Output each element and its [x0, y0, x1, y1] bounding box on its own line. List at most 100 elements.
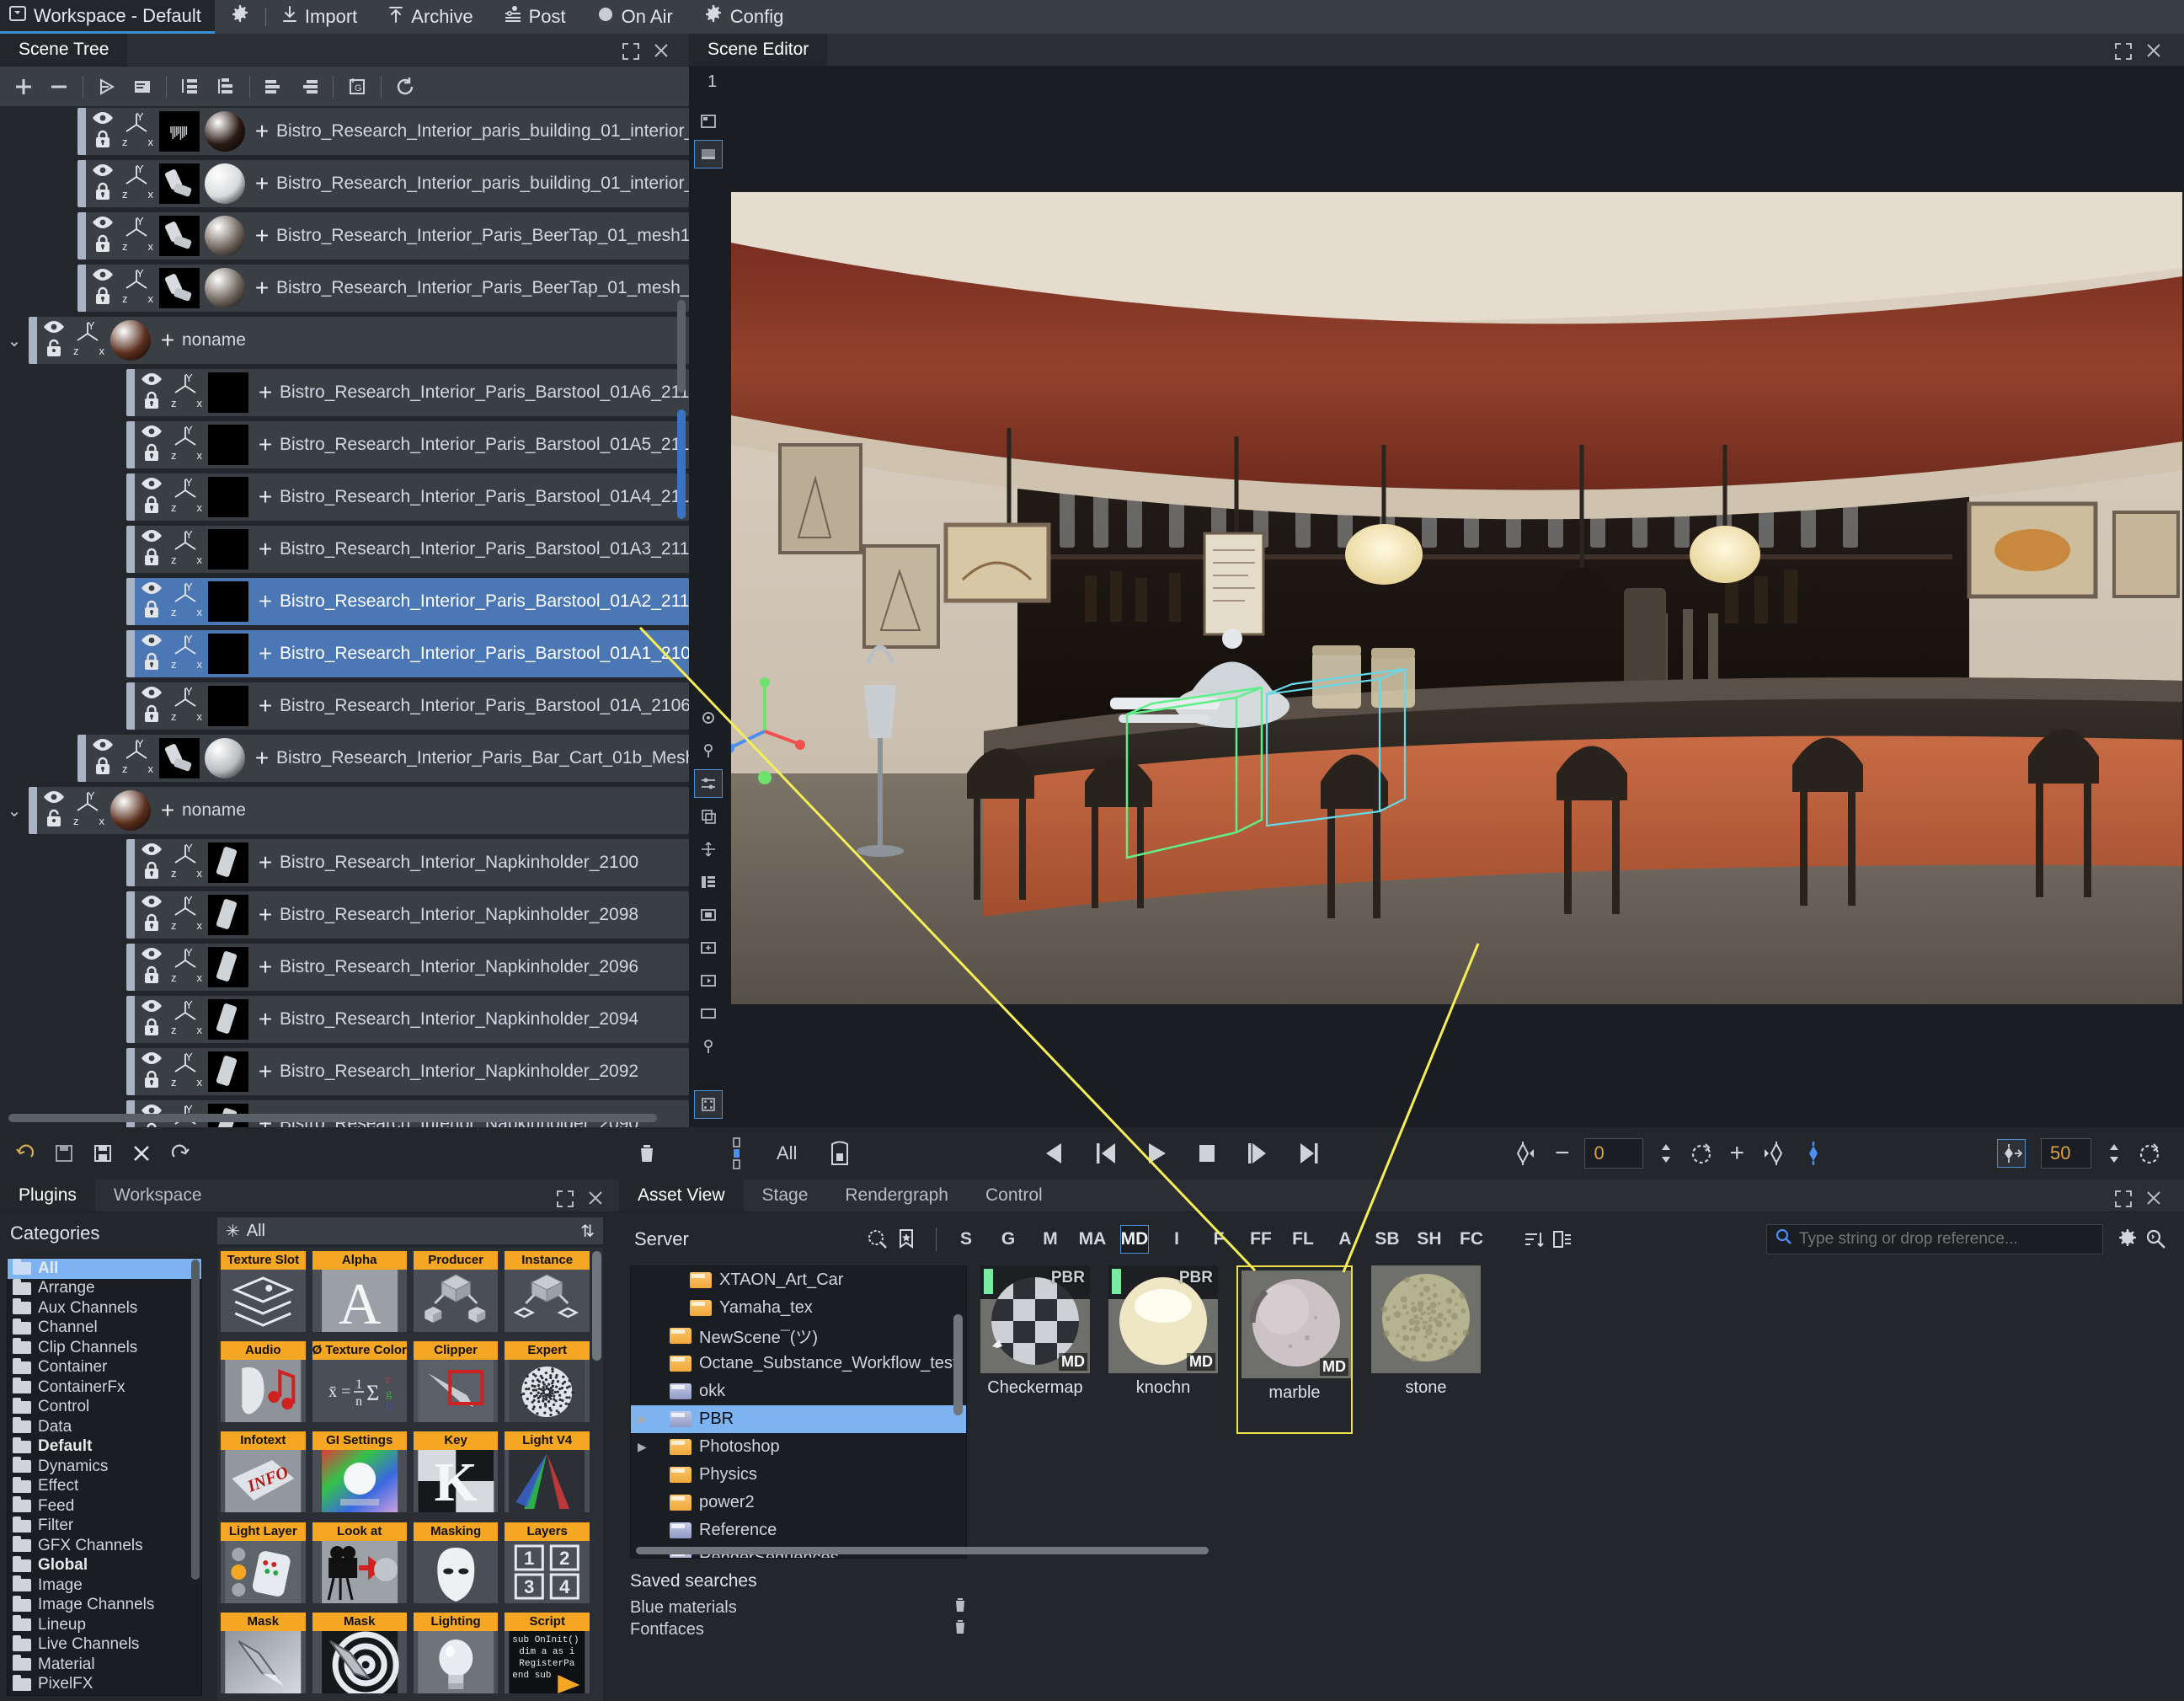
asset-filter-fl[interactable]: FL [1289, 1225, 1317, 1254]
go-end-button[interactable] [1243, 1139, 1272, 1168]
asset-folder-row[interactable]: Reference [631, 1516, 966, 1544]
table-row[interactable]: Yzx+Bistro_Research_Interior_Napkinholde… [0, 1046, 689, 1097]
category-item[interactable]: Effect [8, 1477, 201, 1497]
stop-button[interactable] [1193, 1139, 1221, 1168]
scene-tree-scrollbar[interactable] [677, 409, 686, 519]
asset-filter-sb[interactable]: SB [1373, 1225, 1402, 1254]
tab-stage[interactable]: Stage [744, 1179, 827, 1212]
random-search-icon[interactable] [863, 1225, 892, 1254]
go-start-button[interactable] [1092, 1139, 1120, 1168]
delete-icon[interactable] [125, 1137, 158, 1169]
eye-icon[interactable] [141, 947, 163, 965]
expand-plus-icon[interactable]: + [248, 222, 276, 249]
expand-plus-icon[interactable]: + [251, 431, 280, 458]
target-icon[interactable] [694, 703, 723, 732]
indent-right-icon[interactable] [257, 71, 291, 103]
lock-icon[interactable] [142, 600, 161, 623]
category-item[interactable]: Aux Channels [8, 1298, 201, 1319]
table-row[interactable]: Yzx+Bistro_Research_Interior_Paris_Barst… [0, 367, 689, 418]
table-row[interactable]: Yzx+Bistro_Research_Interior_Paris_Barst… [0, 524, 689, 575]
asset-filter-a[interactable]: A [1331, 1225, 1359, 1254]
saved-searches-list[interactable]: Blue materialsFontfaces [630, 1597, 967, 1640]
table-row[interactable]: Yzx+Bistro_Research_Interior_Paris_Barst… [0, 576, 689, 627]
chevron-right-icon[interactable]: ▶ [638, 1412, 647, 1426]
asset-item[interactable]: PBRMDknochn [1108, 1265, 1218, 1434]
table-row[interactable]: Yzx+Bistro_Research_Interior_Paris_BeerT… [0, 263, 689, 313]
table-row[interactable]: Yzx+Bistro_Research_Interior_Napkinholde… [0, 942, 689, 992]
sort-icon[interactable] [1519, 1225, 1548, 1254]
category-item[interactable]: Control [8, 1398, 201, 1418]
gear-menu-button[interactable] [215, 0, 265, 34]
category-item[interactable]: Global [8, 1556, 201, 1576]
trash-icon[interactable] [953, 1619, 967, 1639]
play-icon[interactable] [90, 71, 124, 103]
keyframe-list-icon[interactable] [827, 1139, 852, 1168]
bookmark-icon[interactable] [892, 1225, 921, 1254]
category-item[interactable]: Image [8, 1575, 201, 1596]
view-mode-icon[interactable] [694, 107, 723, 136]
category-item[interactable]: ContainerFx [8, 1377, 201, 1398]
expand-tree-icon[interactable] [174, 71, 207, 103]
plugin-tile-grid[interactable]: Texture SlotAlphaAProducerInstanceAudioØ… [217, 1248, 603, 1701]
eye-icon[interactable] [92, 111, 114, 129]
close-icon[interactable] [2144, 42, 2163, 61]
save-icon[interactable] [86, 1137, 120, 1169]
asset-folder-row[interactable]: Physics [631, 1461, 966, 1489]
asset-item[interactable]: PBRMDCheckermap [980, 1265, 1090, 1434]
category-item[interactable]: Default [8, 1437, 201, 1458]
camera-view-icon[interactable] [694, 140, 723, 168]
unlock-icon[interactable] [45, 809, 63, 832]
eye-icon[interactable] [141, 425, 163, 442]
rect-icon[interactable] [694, 999, 723, 1028]
table-row[interactable]: Yzx+Bistro_Research_Interior_Paris_BeerT… [0, 211, 689, 261]
category-item[interactable]: All [8, 1259, 201, 1279]
on-air-button[interactable]: On Air [581, 0, 688, 34]
categories-scrollbar[interactable] [191, 1260, 200, 1580]
asset-folder-row[interactable]: power2 [631, 1489, 966, 1516]
category-item[interactable]: Filter [8, 1516, 201, 1537]
archive-button[interactable]: Archive [372, 0, 488, 34]
expand-plus-icon[interactable]: + [153, 327, 182, 354]
close-icon[interactable] [586, 1190, 605, 1208]
play-button[interactable] [1142, 1139, 1171, 1168]
key-left-icon[interactable] [1511, 1139, 1540, 1168]
table-row[interactable]: Yzx+Bistro_Research_Interior_Napkinholde… [0, 1099, 689, 1127]
expand-plus-icon[interactable]: + [251, 484, 280, 511]
in-frame-field[interactable]: 0 [1584, 1138, 1643, 1169]
asset-folder-row[interactable]: Yamaha_tex [631, 1294, 966, 1322]
tab-workspace[interactable]: Workspace [95, 1179, 221, 1212]
category-item[interactable]: Arrange [8, 1279, 201, 1299]
asset-folder-row[interactable]: NewScene¯(ツ) [631, 1322, 966, 1350]
text-lines-icon[interactable] [125, 71, 159, 103]
close-icon[interactable] [2144, 1190, 2163, 1208]
eye-icon[interactable] [141, 895, 163, 912]
scene-tree-list[interactable]: Yzx+Bistro_Research_Interior_paris_build… [0, 106, 689, 1127]
key-marker-icon[interactable] [1803, 1139, 1824, 1168]
lock-icon[interactable] [93, 286, 112, 309]
plugin-tile[interactable]: Layers1234 [505, 1522, 590, 1607]
close-icon[interactable] [652, 42, 670, 61]
eye-icon[interactable] [43, 790, 65, 808]
eye-icon[interactable] [141, 634, 163, 651]
lock-icon[interactable] [142, 443, 161, 466]
category-item[interactable]: Channel [8, 1319, 201, 1339]
expand-plus-icon[interactable]: + [248, 745, 276, 772]
asset-folder-row[interactable]: XTAON_Art_Car [631, 1266, 966, 1294]
plugin-tile[interactable]: GI Settings [312, 1431, 407, 1516]
saved-search-row[interactable]: Fontfaces [630, 1618, 967, 1640]
plugin-tile[interactable]: Lighting [414, 1613, 499, 1698]
plugin-tile[interactable]: Producer [414, 1251, 499, 1336]
last-frame-button[interactable] [1294, 1139, 1322, 1168]
plugin-tile[interactable]: Mask [312, 1613, 407, 1698]
category-item[interactable]: Image Channels [8, 1596, 201, 1616]
expand-plus-icon[interactable]: + [251, 849, 280, 876]
remove-node-button[interactable] [42, 71, 76, 103]
expand-plus-icon[interactable]: + [251, 1058, 280, 1085]
asset-filter-m[interactable]: M [1036, 1225, 1065, 1254]
table-row[interactable]: Yzx+Bistro_Research_Interior_Napkinholde… [0, 837, 689, 888]
expand-icon[interactable] [2114, 1190, 2133, 1208]
plugin-tile[interactable]: AlphaA [312, 1251, 407, 1336]
plugin-tile[interactable]: Instance [505, 1251, 590, 1336]
frame-icon[interactable] [694, 901, 723, 929]
pin-icon[interactable] [694, 736, 723, 765]
